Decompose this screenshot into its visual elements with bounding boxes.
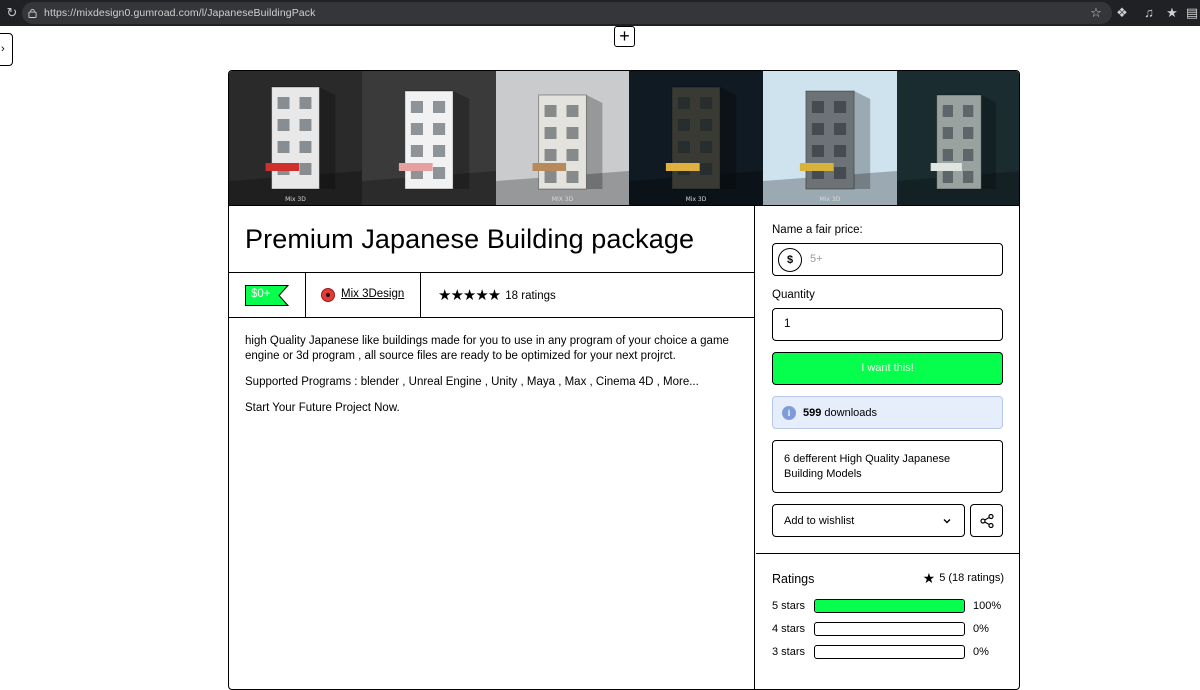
gallery-image[interactable] <box>362 71 496 205</box>
url-text[interactable]: https://mixdesign0.gumroad.com/l/Japanes… <box>44 7 315 19</box>
rating-bar <box>814 622 965 636</box>
downloads-text: 599 downloads <box>803 407 877 419</box>
purchase-panel: Name a fair price: $ 5+ Quantity 1 I wan… <box>756 206 1019 689</box>
sidebar-toggle-button[interactable]: › <box>0 33 13 66</box>
product-info: Premium Japanese Building package $0+ Mi… <box>229 206 755 689</box>
add-button[interactable]: + <box>614 26 635 47</box>
gallery-image[interactable] <box>897 71 1019 205</box>
quantity-value: 1 <box>784 318 791 330</box>
gallery-image[interactable]: Mix 3D <box>229 71 362 205</box>
browser-toolbar: ↻ https://mixdesign0.gumroad.com/l/Japan… <box>0 0 1200 26</box>
chevron-down-icon <box>943 519 951 524</box>
gallery-caption: Mix 3D <box>285 196 306 203</box>
rating-row-label: 3 stars <box>772 646 806 658</box>
creator-name[interactable]: Mix 3Design <box>341 288 404 300</box>
quantity-label: Quantity <box>772 289 815 301</box>
rating-row-label: 4 stars <box>772 623 806 635</box>
price-input[interactable]: $ 5+ <box>772 243 1003 276</box>
description-paragraph: Start Your Future Project Now. <box>245 402 400 414</box>
gallery-caption: Mix 3D <box>819 196 841 203</box>
ratings-summary: ★ 5 (18 ratings) <box>922 570 1004 586</box>
price-tag-label: $0+ <box>251 288 271 300</box>
downloads-count: 599 <box>803 407 822 419</box>
gallery-image[interactable]: Mix 3D <box>629 71 763 205</box>
rating-row-percent: 0% <box>973 646 989 658</box>
building-render <box>629 71 763 205</box>
currency-symbol: $ <box>778 248 802 272</box>
price-label: Name a fair price: <box>772 224 863 236</box>
ratings-title: Ratings <box>772 572 815 586</box>
buy-button[interactable]: I want this! <box>772 352 1003 385</box>
price-cell: $0+ <box>229 273 306 317</box>
quantity-input[interactable]: 1 <box>772 308 1003 341</box>
creator-link[interactable]: Mix 3Design <box>306 273 421 317</box>
price-placeholder: 5+ <box>810 253 823 265</box>
favorites-icon[interactable]: ★ <box>1164 5 1180 21</box>
building-render <box>229 71 362 205</box>
star-icon: ★ <box>922 570 936 586</box>
gallery-image[interactable]: MIX 3D <box>496 71 629 205</box>
building-render <box>897 71 1019 205</box>
gallery-caption: Mix 3D <box>685 196 707 203</box>
ratings-summary-text: 5 (18 ratings) <box>939 572 1004 584</box>
building-render <box>496 71 629 205</box>
share-icon <box>980 514 994 528</box>
description-paragraph: high Quality Japanese like buildings mad… <box>245 335 729 362</box>
rating-bar <box>814 645 965 659</box>
rating-row-label: 5 stars <box>772 600 806 612</box>
product-summary: 6 defferent High Quality Japanese Buildi… <box>772 440 1003 493</box>
product-description: high Quality Japanese like buildings mad… <box>245 334 735 427</box>
wishlist-label: Add to wishlist <box>784 515 855 527</box>
rating-count: 18 ratings <box>505 290 556 302</box>
address-bar[interactable]: https://mixdesign0.gumroad.com/l/Japanes… <box>22 2 1112 24</box>
collections-icon[interactable]: ▤ <box>1184 5 1200 21</box>
building-render <box>763 71 897 205</box>
reload-icon[interactable]: ↻ <box>4 5 20 21</box>
site-info-icon[interactable] <box>28 8 37 18</box>
product-gallery[interactable]: Mix 3D MIX 3D Mix 3D Mix 3D <box>229 71 1019 206</box>
downloads-label: downloads <box>824 407 878 419</box>
description-paragraph: Supported Programs : blender , Unreal En… <box>245 376 699 388</box>
rating-row-percent: 100% <box>973 600 1002 612</box>
gallery-caption: MIX 3D <box>551 196 574 203</box>
bookmark-star-icon[interactable]: ☆ <box>1088 5 1104 21</box>
creator-avatar <box>321 288 335 302</box>
rating-row: 5 stars 100% <box>772 599 1003 613</box>
add-to-wishlist-button[interactable]: Add to wishlist <box>772 504 965 537</box>
product-meta: $0+ Mix 3Design ★★★★★ 18 ratings <box>229 272 755 318</box>
rating-bar <box>814 599 965 613</box>
rating-row-percent: 0% <box>973 623 989 635</box>
rating-bar-fill <box>815 600 964 612</box>
extensions-icon[interactable]: ❖ <box>1114 5 1130 21</box>
downloads-notice: i 599 downloads <box>772 396 1003 429</box>
gallery-image[interactable]: Mix 3D <box>763 71 897 205</box>
arrow-right-icon: › <box>1 43 5 55</box>
product-title: Premium Japanese Building package <box>245 224 695 254</box>
product-card: Mix 3D MIX 3D Mix 3D Mix 3D Premium Japanes… <box>228 70 1020 690</box>
media-icon[interactable]: ♫ <box>1141 5 1157 21</box>
info-icon: i <box>782 406 796 420</box>
building-render <box>362 71 496 205</box>
rating-row: 4 stars 0% <box>772 622 1003 636</box>
rating-summary[interactable]: ★★★★★ 18 ratings <box>438 287 556 304</box>
rating-stars-icon: ★★★★★ <box>438 287 501 304</box>
share-button[interactable] <box>970 504 1003 537</box>
ratings-section: Ratings ★ 5 (18 ratings) 5 stars 100% 4 st… <box>756 553 1019 689</box>
rating-row: 3 stars 0% <box>772 645 1003 659</box>
price-tag: $0+ <box>245 285 289 306</box>
